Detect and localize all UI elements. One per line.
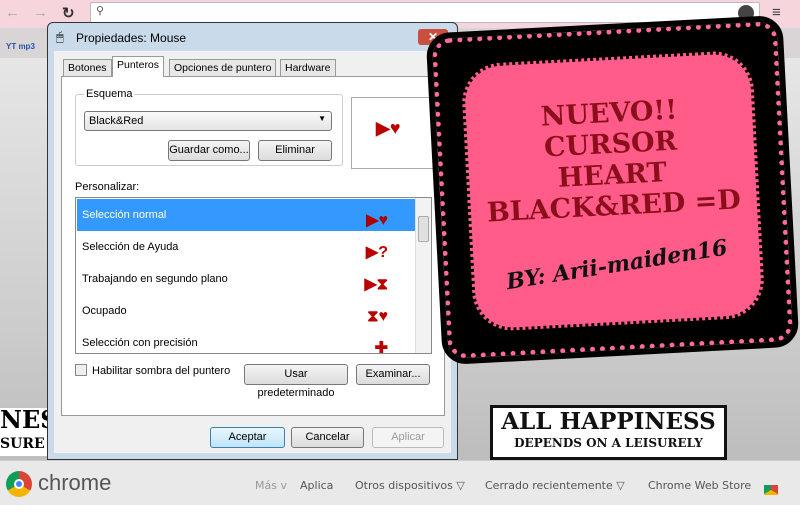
menu-icon[interactable]: ≡ [772,4,781,21]
list-item-label: Trabajando en segundo plano [82,273,228,285]
scrollbar[interactable] [415,198,431,353]
poster-line1: ALL HAPPINESS [501,408,716,435]
web-store-icon[interactable] [764,485,778,495]
delete-button[interactable]: Eliminar [258,140,332,161]
scrollbar-thumb[interactable] [418,216,429,242]
list-item[interactable]: Selección con precisión ✚ [77,327,416,354]
sign-text-area: NUEVO!! CURSOR HEART BLACK&RED =D BY: Ar… [460,49,766,333]
list-item[interactable]: Trabajando en segundo plano ▶⧗ [77,263,416,295]
address-bar[interactable]: ⚲☆ [90,2,760,23]
use-default-button[interactable]: Usar predeterminado [244,364,348,399]
chrome-brand: chrome [38,470,112,495]
tab-botones[interactable]: Botones [63,59,112,76]
reload-icon[interactable]: ↻ [62,4,75,22]
tab-punteros[interactable]: Punteros [112,56,165,77]
forward-icon[interactable]: → [33,4,48,21]
customize-label: Personalizar: [75,181,140,193]
scheme-value: Black&Red [89,115,144,127]
dialog-body: Botones Punteros Opciones de puntero Har… [54,51,451,453]
title-bar[interactable]: 🖱 Propiedades: Mouse ✕ [48,23,457,51]
chrome-logo-icon [6,471,32,497]
apply-button[interactable]: Aplicar [372,427,444,448]
more-apps[interactable]: Más v [255,479,287,492]
chevron-down-icon: ▼ [318,114,326,123]
tab-opciones[interactable]: Opciones de puntero [169,59,277,76]
dialog-title: Propiedades: Mouse [76,31,187,45]
bookmark-yt[interactable]: YT mp3 [6,42,35,51]
scheme-label: Esquema [84,88,135,100]
punteros-panel: Esquema Black&Red ▼ Guardar como... Elimi… [61,76,445,416]
shadow-checkbox-label: Habilitar sombra del puntero [92,365,231,377]
cursor-icon: ✚ [374,340,388,354]
preview-cursor-icon: ▶♥ [376,118,401,138]
ok-button[interactable]: Aceptar [210,427,285,448]
poster-left: NESS SURE [0,405,75,456]
poster-left-text: NESS [0,405,75,434]
other-devices[interactable]: Otros dispositivos ▽ [355,479,465,492]
recently-closed[interactable]: Cerrado recientemente ▽ [485,479,625,492]
apps-tab[interactable]: Aplica [300,479,333,492]
save-as-button[interactable]: Guardar como... [168,140,250,161]
poster-line2: DEPENDS ON A LEISURELY [514,436,703,450]
mouse-icon: 🖱 [56,29,64,44]
poster-left-text2: SURE [0,436,45,452]
scheme-dropdown[interactable]: Black&Red ▼ [84,111,332,131]
list-item-label: Selección normal [82,209,167,221]
promo-sign: NUEVO!! CURSOR HEART BLACK&RED =D BY: Ar… [425,14,800,366]
bottom-bar: chrome Más v Aplica Otros dispositivos ▽… [0,460,800,505]
back-icon[interactable]: ← [5,4,20,21]
cursor-list[interactable]: Selección normal ▶♥ Selección de Ayuda ▶? … [75,197,432,354]
list-item-label: Selección de Ayuda [82,241,179,253]
poster: ALL HAPPINESS DEPENDS ON A LEISURELY [490,405,727,460]
list-item[interactable]: Selección de Ayuda ▶? [77,231,416,263]
web-store-link[interactable]: Chrome Web Store [648,479,751,492]
shadow-checkbox[interactable] [75,364,87,376]
browse-button[interactable]: Examinar... [356,364,430,385]
list-item-label: Ocupado [82,305,127,317]
list-item[interactable]: Selección normal ▶♥ [77,199,416,231]
mouse-properties-dialog: 🖱 Propiedades: Mouse ✕ Botones Punteros … [47,22,458,460]
extension-icon[interactable] [738,5,754,21]
sign-author: BY: Arii-maiden16 [504,234,730,296]
search-icon: ⚲ [96,5,105,17]
cancel-button[interactable]: Cancelar [291,427,364,448]
list-item-label: Selección con precisión [82,337,198,349]
list-item[interactable]: Ocupado ⧗♥ [77,295,416,327]
tab-hardware[interactable]: Hardware [280,59,336,76]
cursor-preview: ▶♥ [351,97,437,169]
scheme-group: Esquema Black&Red ▼ Guardar como... Elimi… [75,88,343,166]
